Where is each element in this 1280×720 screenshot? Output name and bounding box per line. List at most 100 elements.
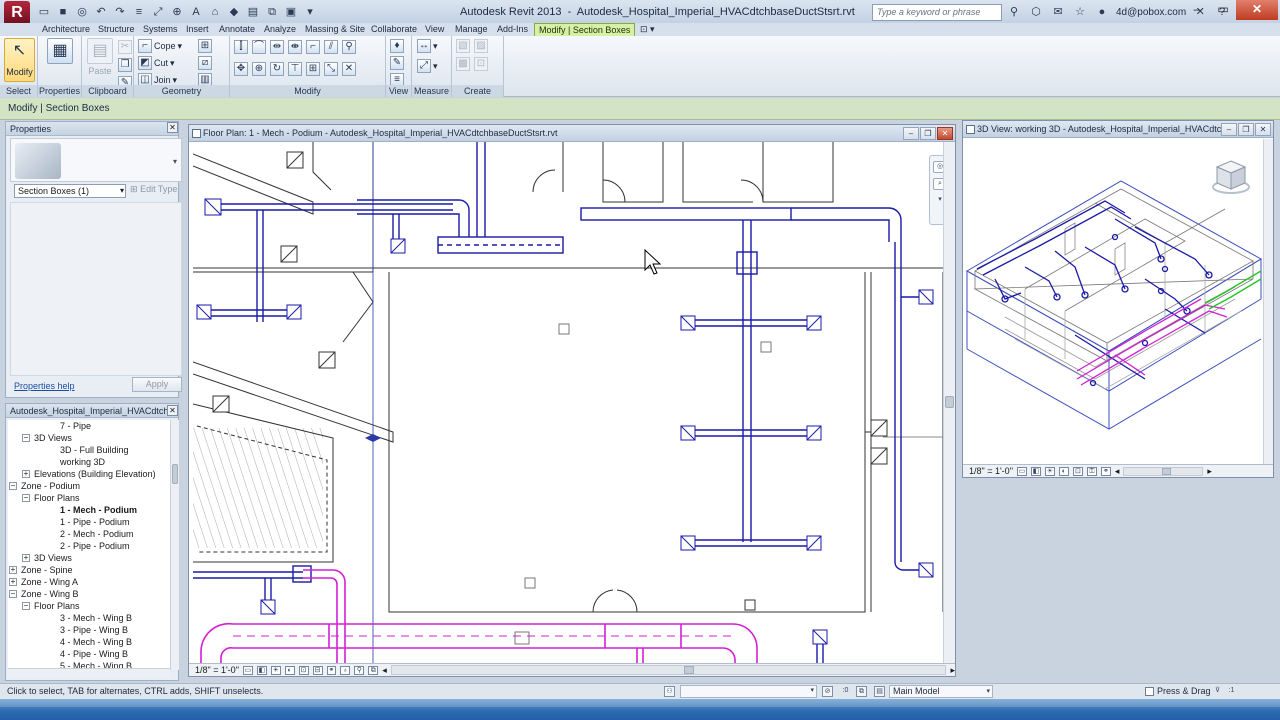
close-button[interactable]: ✕ xyxy=(1236,0,1278,20)
collapse-icon[interactable]: − xyxy=(9,482,17,490)
detail-level-icon[interactable]: ▭ xyxy=(242,665,253,675)
floor-plan-scale[interactable]: 1/8" = 1'-0" xyxy=(195,664,239,676)
communication-icon[interactable]: ✉ xyxy=(1050,4,1066,20)
3d-view-vscrollbar[interactable] xyxy=(1263,139,1273,465)
3d-lock-view-icon[interactable]: ⚿ xyxy=(1086,466,1097,476)
user-icon[interactable]: ● xyxy=(1094,4,1110,20)
create-parts-button[interactable]: ▨ xyxy=(474,39,488,53)
design-options-icon[interactable]: ⧉ xyxy=(856,686,867,697)
reveal-hidden-icon[interactable]: ♁ xyxy=(340,665,351,675)
apply-button[interactable]: Apply xyxy=(132,377,182,392)
undo-icon[interactable]: ↶ xyxy=(93,4,109,20)
floor-plan-canvas[interactable] xyxy=(193,142,943,666)
3d-view-restore-button[interactable]: ❐ xyxy=(1238,123,1254,136)
project-browser-scroll-thumb[interactable] xyxy=(172,464,178,484)
tab-collaborate[interactable]: Collaborate xyxy=(371,23,417,36)
floor-plan-restore-button[interactable]: ❐ xyxy=(920,127,936,140)
press-drag-toggle[interactable]: Press & Drag xyxy=(1145,686,1211,696)
visual-style-icon[interactable]: ◧ xyxy=(256,665,267,675)
project-browser-hscrollbar[interactable] xyxy=(8,668,170,678)
3d-crop-view-icon[interactable]: ⊡ xyxy=(1072,466,1083,476)
floor-plan-close-button[interactable]: ✕ xyxy=(937,127,953,140)
scroll-right-icon[interactable]: ▸ xyxy=(950,664,955,676)
tree-item[interactable]: 3 - Mech - Wing B xyxy=(8,612,172,624)
3d-sun-path-icon[interactable]: ☀ xyxy=(1044,466,1055,476)
3d-scroll-right-icon[interactable]: ▸ xyxy=(1207,465,1212,477)
tag-icon[interactable]: ⊕ xyxy=(169,4,185,20)
subscription-icon[interactable]: ⬡ xyxy=(1028,4,1044,20)
tab-massing-site[interactable]: Massing & Site xyxy=(305,23,365,36)
3d-view-hscrollbar[interactable] xyxy=(1123,466,1204,476)
align-button[interactable]: ⫿ xyxy=(234,40,248,54)
minimize-button[interactable]: – xyxy=(1184,0,1210,20)
properties-button[interactable]: ▦ xyxy=(44,38,76,82)
maximize-button[interactable]: ▭ xyxy=(1210,0,1236,20)
scale-button[interactable]: ⤡ xyxy=(324,62,338,76)
application-menu-button[interactable]: R xyxy=(4,1,30,25)
tree-item[interactable]: 7 - Pipe xyxy=(8,420,172,432)
trim-extend-button[interactable]: ⊤ xyxy=(288,62,302,76)
tree-item[interactable]: 4 - Mech - Wing B xyxy=(8,636,172,648)
floor-plan-vscroll-thumb[interactable] xyxy=(945,396,954,408)
press-drag-checkbox[interactable] xyxy=(1145,686,1154,696)
expand-icon[interactable]: + xyxy=(9,578,17,586)
3d-detail-level-icon[interactable]: ▭ xyxy=(1016,466,1027,476)
tab-modify-section-boxes[interactable]: Modify | Section Boxes xyxy=(534,23,636,36)
analytical-model-icon[interactable]: ⚲ xyxy=(354,665,365,675)
project-browser-scrollbar[interactable] xyxy=(170,420,179,670)
save-icon[interactable]: ■ xyxy=(55,4,71,20)
split-face-button[interactable]: ⧄ xyxy=(198,56,212,70)
instance-filter-dropdown[interactable]: Section Boxes (1) ▾ xyxy=(14,184,126,198)
tree-item[interactable]: 3D - Full Building xyxy=(8,444,172,456)
tab-systems[interactable]: Systems xyxy=(143,23,178,36)
3d-view-icon[interactable]: ⌂ xyxy=(207,4,223,20)
floor-plan-hscroll-thumb[interactable] xyxy=(683,666,694,674)
shadows-icon[interactable]: ◐ xyxy=(284,665,295,675)
measure-between-button[interactable]: ↔ ▾ xyxy=(417,39,438,53)
3d-scroll-left-icon[interactable]: ◂ xyxy=(1115,465,1120,477)
project-browser-close-icon[interactable]: ✕ xyxy=(167,405,178,416)
tab-view[interactable]: View xyxy=(425,23,444,36)
tree-item[interactable]: −3D Views xyxy=(8,432,172,444)
tree-item[interactable]: − Floor Plans xyxy=(8,492,172,504)
hide-in-view-button[interactable]: ♦ xyxy=(390,39,404,53)
mirror-axis-button[interactable]: ⇹ xyxy=(270,40,284,54)
section-icon[interactable]: ◆ xyxy=(226,4,242,20)
trim-button[interactable]: ⌐ xyxy=(306,40,320,54)
offset-button[interactable]: ⌒ xyxy=(252,40,266,54)
move-button[interactable]: ✥ xyxy=(234,62,248,76)
tab-insert[interactable]: Insert xyxy=(186,23,209,36)
paste-button[interactable]: ▤ Paste xyxy=(84,38,116,82)
tab-manage[interactable]: Manage xyxy=(455,23,488,36)
tab-architecture[interactable]: Architecture xyxy=(42,23,90,36)
favorites-icon[interactable]: ☆ xyxy=(1072,4,1088,20)
floor-plan-hscrollbar[interactable] xyxy=(390,665,947,675)
tree-item[interactable]: − Floor Plans xyxy=(8,600,172,612)
user-name[interactable]: 4d@pobox.com xyxy=(1116,7,1186,18)
customize-qat-icon[interactable]: ▾ xyxy=(302,4,318,20)
tree-item[interactable]: 3 - Pipe - Wing B xyxy=(8,624,172,636)
3d-view-close-button[interactable]: ✕ xyxy=(1255,123,1271,136)
active-workset-dropdown[interactable]: ▾ xyxy=(680,685,817,698)
help-search-input[interactable]: Type a keyword or phrase xyxy=(872,4,1002,21)
mirror-draw-button[interactable]: ⇼ xyxy=(288,40,302,54)
scroll-left-icon[interactable]: ◂ xyxy=(382,664,387,676)
tree-item[interactable]: +3D Views xyxy=(8,552,172,564)
copy-element-button[interactable]: ⊕ xyxy=(252,62,266,76)
rotate-button[interactable]: ↻ xyxy=(270,62,284,76)
create-assembly-button[interactable]: ▧ xyxy=(456,39,470,53)
override-graphics-button[interactable]: ✎ xyxy=(390,56,404,70)
tree-item[interactable]: 2 - Mech - Podium xyxy=(8,528,172,540)
3d-temporary-hide-icon[interactable]: ⚭ xyxy=(1100,466,1111,476)
collapse-icon[interactable]: − xyxy=(22,494,30,502)
wall-joins-button[interactable]: ⊞ xyxy=(198,39,212,53)
crop-view-icon[interactable]: ⊡ xyxy=(298,665,309,675)
properties-help-link[interactable]: Properties help xyxy=(14,381,75,391)
view-cube[interactable] xyxy=(1211,157,1251,197)
binoculars-icon[interactable]: ⚲ xyxy=(1006,4,1022,20)
aligned-dimension-icon[interactable]: ⤢ xyxy=(150,4,166,20)
ribbon-minimize-icon[interactable]: ⊡ ▾ xyxy=(640,23,655,36)
design-option-dropdown[interactable]: Main Model ▾ xyxy=(889,685,993,698)
3d-view-minimize-button[interactable]: – xyxy=(1221,123,1237,136)
array-button[interactable]: ⊞ xyxy=(306,62,320,76)
